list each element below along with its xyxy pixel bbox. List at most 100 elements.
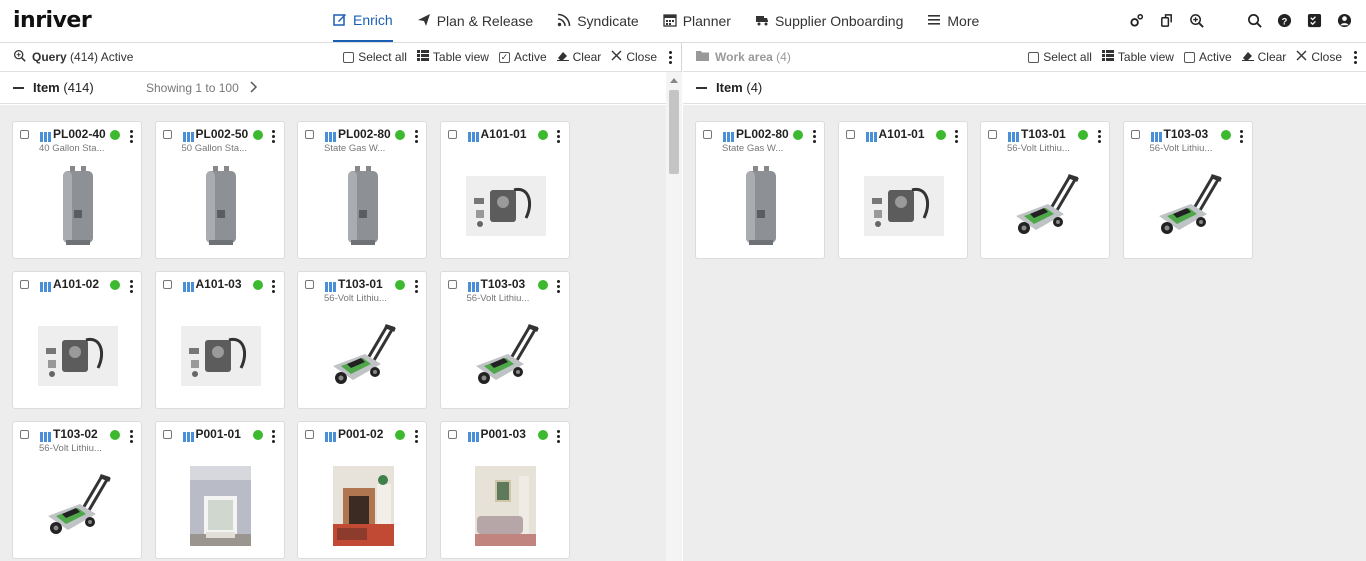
inriver-logo[interactable]: inriver — [13, 8, 92, 33]
scroll-up-arrow[interactable] — [670, 78, 678, 83]
settings-gears-icon[interactable] — [1128, 12, 1144, 28]
status-indicator-dot — [110, 280, 120, 290]
item-select-checkbox[interactable] — [988, 130, 997, 139]
item-more-menu[interactable] — [811, 130, 817, 143]
pagination-info: Showing 1 to 100 — [146, 80, 239, 95]
item-card[interactable]: PL002-80 State Gas W... — [695, 121, 825, 259]
item-more-menu[interactable] — [271, 130, 277, 143]
item-more-menu[interactable] — [271, 280, 277, 293]
item-code: A101-02 — [53, 277, 100, 291]
item-more-menu[interactable] — [954, 130, 960, 143]
item-more-menu[interactable] — [128, 430, 134, 443]
item-card[interactable]: T103-02 56-Volt Lithiu... — [12, 421, 142, 559]
item-card[interactable]: T103-01 56-Volt Lithiu... — [297, 271, 427, 409]
item-select-checkbox[interactable] — [447, 430, 457, 439]
query-more-menu[interactable] — [667, 50, 673, 64]
item-more-menu[interactable] — [128, 130, 134, 143]
table-view-button[interactable]: Table view — [1101, 50, 1174, 64]
item-card[interactable]: T103-03 56-Volt Lithiu... — [1122, 121, 1253, 259]
item-more-menu[interactable] — [556, 130, 562, 143]
entity-type-icon — [40, 279, 51, 292]
item-more-menu[interactable] — [556, 430, 562, 443]
item-more-menu[interactable] — [1096, 130, 1102, 143]
vertical-scrollbar[interactable] — [666, 72, 682, 561]
item-select-checkbox[interactable] — [447, 130, 457, 139]
notification-icon[interactable] — [1158, 12, 1174, 28]
item-more-menu[interactable] — [271, 430, 277, 443]
nav-enrich[interactable]: Enrich — [333, 0, 393, 42]
item-card[interactable]: P001-03 — [439, 421, 571, 559]
select-all-button[interactable]: Select all — [1028, 50, 1092, 64]
item-code: T103-01 — [338, 277, 383, 291]
table-view-icon — [1101, 50, 1114, 64]
item-more-menu[interactable] — [556, 280, 562, 293]
item-more-menu[interactable] — [128, 280, 134, 293]
item-card[interactable]: PL002-80 State Gas W... — [297, 121, 427, 259]
collapse-icon[interactable] — [13, 86, 24, 89]
item-select-checkbox[interactable] — [162, 130, 172, 139]
item-code: PL002-40 — [53, 127, 106, 141]
item-card[interactable]: P001-02 — [297, 421, 427, 559]
item-card[interactable]: P001-01 — [154, 421, 285, 559]
zoom-in-icon[interactable] — [1188, 12, 1204, 28]
item-card[interactable]: PL002-50 50 Gallon Sta... — [154, 121, 285, 259]
status-indicator-dot — [537, 430, 548, 440]
item-select-checkbox[interactable] — [20, 130, 29, 139]
collapse-icon[interactable] — [696, 86, 707, 89]
item-select-checkbox[interactable] — [1130, 130, 1140, 139]
item-card[interactable]: A101-03 — [154, 271, 285, 409]
item-select-checkbox[interactable] — [162, 430, 172, 439]
item-select-checkbox[interactable] — [20, 430, 29, 439]
status-indicator-dot — [793, 130, 803, 140]
status-indicator-dot — [395, 430, 405, 440]
item-select-checkbox[interactable] — [305, 280, 314, 289]
user-avatar-icon[interactable] — [1336, 12, 1352, 28]
item-select-checkbox[interactable] — [447, 280, 457, 289]
query-label: Query — [32, 50, 67, 64]
item-card[interactable]: A101-01 — [837, 121, 968, 259]
entity-type-icon — [467, 429, 479, 442]
select-all-checkbox[interactable] — [343, 51, 355, 63]
item-card[interactable]: T103-03 56-Volt Lithiu... — [439, 271, 570, 409]
close-button[interactable]: Close — [611, 50, 657, 64]
select-all-checkbox[interactable] — [1028, 51, 1040, 63]
item-more-menu[interactable] — [413, 130, 419, 143]
item-select-checkbox[interactable] — [20, 280, 29, 289]
tasks-icon[interactable] — [1306, 12, 1322, 28]
item-select-checkbox[interactable] — [305, 130, 314, 139]
item-card[interactable]: A101-01 — [439, 121, 570, 259]
nav-supplier-onboarding[interactable]: Supplier Onboarding — [755, 0, 903, 42]
truck-icon — [755, 13, 769, 30]
active-checkbox[interactable] — [1183, 51, 1195, 63]
active-toggle[interactable]: Active — [1183, 50, 1232, 64]
item-more-menu[interactable] — [413, 430, 419, 443]
item-select-checkbox[interactable] — [162, 280, 172, 289]
active-toggle[interactable]: ✓ Active — [498, 50, 547, 64]
query-item-grid: PL002-40 40 Gallon Sta... PL002-50 50 Gallo… — [0, 105, 666, 561]
item-more-menu[interactable] — [413, 280, 419, 293]
nav-more[interactable]: More — [927, 0, 979, 42]
close-button[interactable]: Close — [1296, 50, 1342, 64]
help-icon[interactable]: ? — [1276, 12, 1292, 28]
item-card[interactable]: A101-02 — [12, 271, 142, 409]
next-page-chevron-icon[interactable] — [250, 81, 258, 96]
active-checkbox-checked[interactable]: ✓ — [498, 51, 510, 63]
nav-planner[interactable]: Planner — [663, 0, 731, 42]
scrollbar-thumb[interactable] — [669, 90, 679, 174]
product-image-room-sofa — [441, 458, 571, 554]
item-card[interactable]: PL002-40 40 Gallon Sta... — [12, 121, 142, 259]
nav-plan-release[interactable]: Plan & Release — [417, 0, 533, 42]
item-select-checkbox[interactable] — [845, 130, 855, 139]
clear-button[interactable]: Clear — [556, 50, 601, 64]
item-card[interactable]: T103-01 56-Volt Lithiu... — [980, 121, 1110, 259]
search-icon[interactable] — [1246, 12, 1262, 28]
select-all-button[interactable]: Select all — [343, 50, 407, 64]
item-more-menu[interactable] — [1239, 130, 1245, 143]
work-area-more-menu[interactable] — [1352, 50, 1358, 64]
item-subheader: Item (4) — [683, 72, 1366, 104]
table-view-button[interactable]: Table view — [416, 50, 489, 64]
nav-syndicate[interactable]: Syndicate — [557, 0, 639, 42]
item-select-checkbox[interactable] — [703, 130, 712, 139]
clear-button[interactable]: Clear — [1241, 50, 1286, 64]
item-select-checkbox[interactable] — [305, 430, 314, 439]
